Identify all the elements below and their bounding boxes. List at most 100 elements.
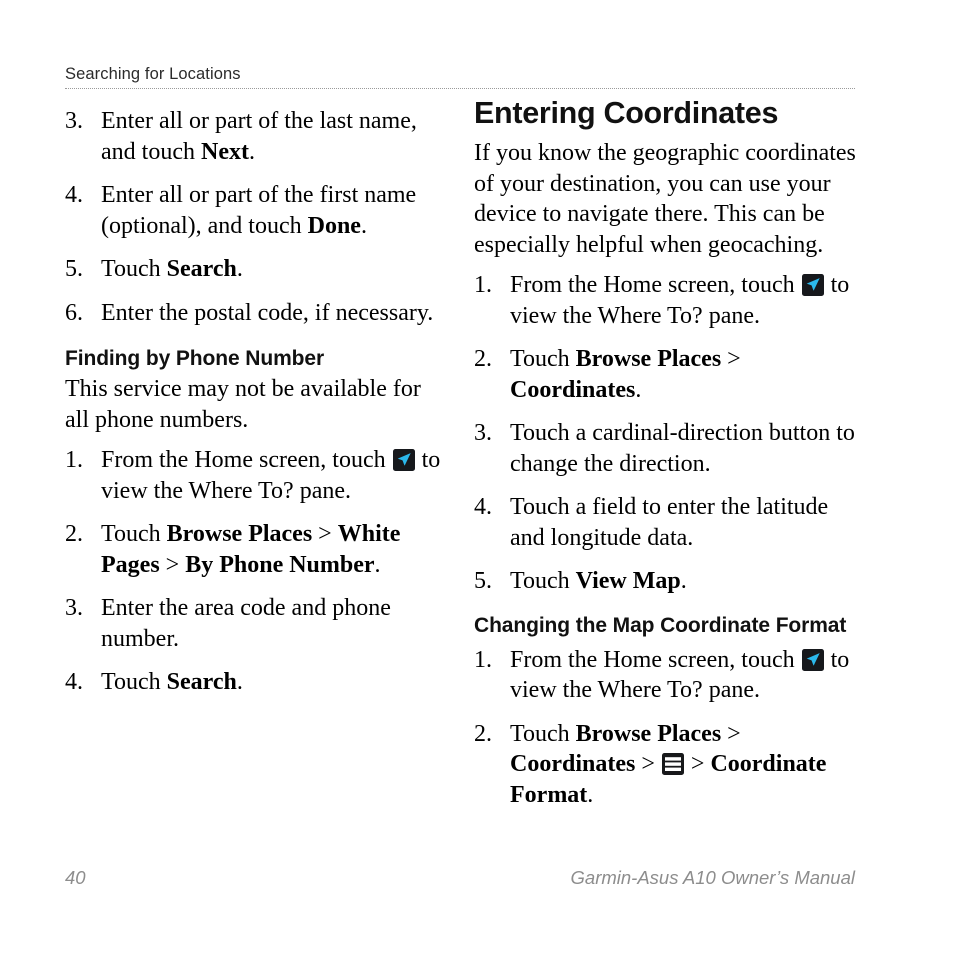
step-text: . <box>248 138 255 165</box>
list-item-body: Touch Browse Places > White Pages > By P… <box>101 521 400 578</box>
ui-label: Done <box>307 212 361 239</box>
list-item: 1. From the Home screen, touch to view th… <box>474 270 856 331</box>
step-text: . <box>360 212 367 239</box>
ui-label: Search <box>166 256 237 282</box>
ui-label: Coordinates <box>510 751 636 777</box>
header-divider <box>65 88 855 89</box>
list-item-body: From the Home screen, touch to view the … <box>101 447 440 504</box>
right-column: Entering Coordinates If you know the geo… <box>474 96 856 810</box>
ui-label: Browse Places <box>575 346 722 372</box>
step-text: Touch <box>101 256 167 282</box>
continued-step-list: 3. Enter all or part of the last name, an… <box>65 106 443 328</box>
section-intro-paragraph: This service may not be available for al… <box>65 376 421 433</box>
list-item-number: 4. <box>65 182 83 208</box>
step-text: Enter the postal code, if necessary. <box>101 299 434 326</box>
list-item: 1. From the Home screen, touch to view th… <box>474 645 856 706</box>
step-text: Touch <box>101 521 167 547</box>
list-item: 4. Touch Search. <box>65 667 443 698</box>
ui-label: Search <box>166 669 237 695</box>
list-item-number: 5. <box>65 256 83 282</box>
list-item-body: From the Home screen, touch to view the … <box>510 647 849 704</box>
step-text: Touch <box>510 568 576 594</box>
step-text: Enter all or part of the first name (opt… <box>101 182 417 239</box>
list-item-number: 3. <box>65 108 83 134</box>
path-separator: > <box>721 720 741 747</box>
left-column: 3. Enter all or part of the last name, an… <box>65 96 443 698</box>
ui-label: View Map <box>575 568 681 594</box>
step-text: Touch a cardinal-direction button to cha… <box>510 420 855 477</box>
menu-icon <box>661 753 684 775</box>
list-item-number: 1. <box>65 447 83 473</box>
list-item-body: Touch a field to enter the latitude and … <box>510 494 828 551</box>
list-item-body: Touch Browse Places > Coordinates > > Co… <box>510 721 826 808</box>
list-item-body: Touch View Map. <box>510 568 687 594</box>
step-text: From the Home screen, touch <box>510 272 801 298</box>
list-item: 5. Touch View Map. <box>474 566 856 597</box>
list-item-body: From the Home screen, touch to view the … <box>510 272 849 329</box>
footer-manual-title: Garmin-Asus A10 Owner’s Manual <box>570 867 855 888</box>
navigation-arrow-icon <box>801 274 824 296</box>
ui-label: Browse Places <box>575 720 722 747</box>
list-item: 3. Touch a cardinal-direction button to c… <box>474 418 856 479</box>
ui-label: Next <box>200 138 249 165</box>
section-heading-changing-map-coordinate-format: Changing the Map Coordinate Format <box>474 613 847 637</box>
running-header-title: Searching for Locations <box>65 65 241 83</box>
step-text: . <box>374 551 381 578</box>
list-item-number: 4. <box>65 669 83 695</box>
list-item: 6. Enter the postal code, if necessary. <box>65 298 443 329</box>
phone-number-step-list: 1. From the Home screen, touch to view th… <box>65 445 443 698</box>
list-item: 2. Touch Browse Places > Coordinates. <box>474 344 856 405</box>
entering-coordinates-step-list: 1. From the Home screen, touch to view th… <box>474 270 856 597</box>
step-text: Enter all or part of the last name, and … <box>101 108 417 165</box>
path-separator: > <box>684 751 711 777</box>
list-item: 2. Touch Browse Places > Coordinates > > … <box>474 719 856 811</box>
running-header: Searching for Locations <box>65 64 855 89</box>
path-separator: > <box>312 521 338 547</box>
path-separator: > <box>721 346 741 372</box>
list-item-number: 2. <box>474 346 492 372</box>
list-item-number: 2. <box>65 521 83 547</box>
list-item: 5. Touch Search. <box>65 254 443 285</box>
step-text: Touch <box>101 669 167 695</box>
chapter-heading-entering-coordinates: Entering Coordinates <box>474 96 779 130</box>
list-item-body: Touch a cardinal-direction button to cha… <box>510 420 855 477</box>
list-item-number: 2. <box>474 720 492 747</box>
list-item-number: 3. <box>65 595 83 621</box>
list-item-number: 1. <box>474 272 492 298</box>
list-item-body: Touch Search. <box>101 669 243 695</box>
navigation-arrow-icon <box>392 449 415 471</box>
chapter-intro-paragraph: If you know the geographic coordinates o… <box>474 140 856 258</box>
ui-label: By Phone Number <box>185 551 375 578</box>
list-item: 3. Enter all or part of the last name, an… <box>65 106 443 167</box>
path-separator: > <box>159 551 186 578</box>
list-item-number: 3. <box>474 420 492 446</box>
step-text: Enter the area code and phone number. <box>101 595 391 652</box>
navigation-arrow-icon <box>801 648 824 671</box>
list-item-body: Enter all or part of the last name, and … <box>101 108 417 165</box>
list-item: 2. Touch Browse Places > White Pages > By… <box>65 519 443 580</box>
list-item-body: Touch Search. <box>101 256 243 282</box>
step-text: . <box>587 781 594 808</box>
page-footer: 40 Garmin-Asus A10 Owner’s Manual <box>65 866 855 892</box>
section-heading-finding-by-phone-number: Finding by Phone Number <box>65 347 325 370</box>
list-item-body: Enter the postal code, if necessary. <box>101 300 433 326</box>
list-item-number: 4. <box>474 494 492 520</box>
ui-label: Browse Places <box>166 521 313 547</box>
step-text: Touch <box>510 346 576 372</box>
list-item-body: Touch Browse Places > Coordinates. <box>510 346 741 403</box>
list-item-number: 5. <box>474 568 492 594</box>
ui-label: Coordinates <box>510 376 636 403</box>
step-text: From the Home screen, touch <box>510 646 801 673</box>
path-separator: > <box>635 751 661 777</box>
step-text: . <box>680 568 687 594</box>
step-text: Touch a field to enter the latitude and … <box>510 494 829 551</box>
list-item: 3. Enter the area code and phone number. <box>65 593 443 654</box>
list-item-number: 1. <box>474 646 492 673</box>
list-item-number: 6. <box>65 299 83 326</box>
list-item: 4. Touch a field to enter the latitude an… <box>474 492 856 553</box>
coordinate-format-step-list: 1. From the Home screen, touch to view th… <box>474 645 856 811</box>
footer-page-number: 40 <box>65 867 86 888</box>
list-item-body: Enter the area code and phone number. <box>101 595 391 652</box>
step-text: . <box>236 669 243 695</box>
list-item: 4. Enter all or part of the first name (o… <box>65 180 443 241</box>
